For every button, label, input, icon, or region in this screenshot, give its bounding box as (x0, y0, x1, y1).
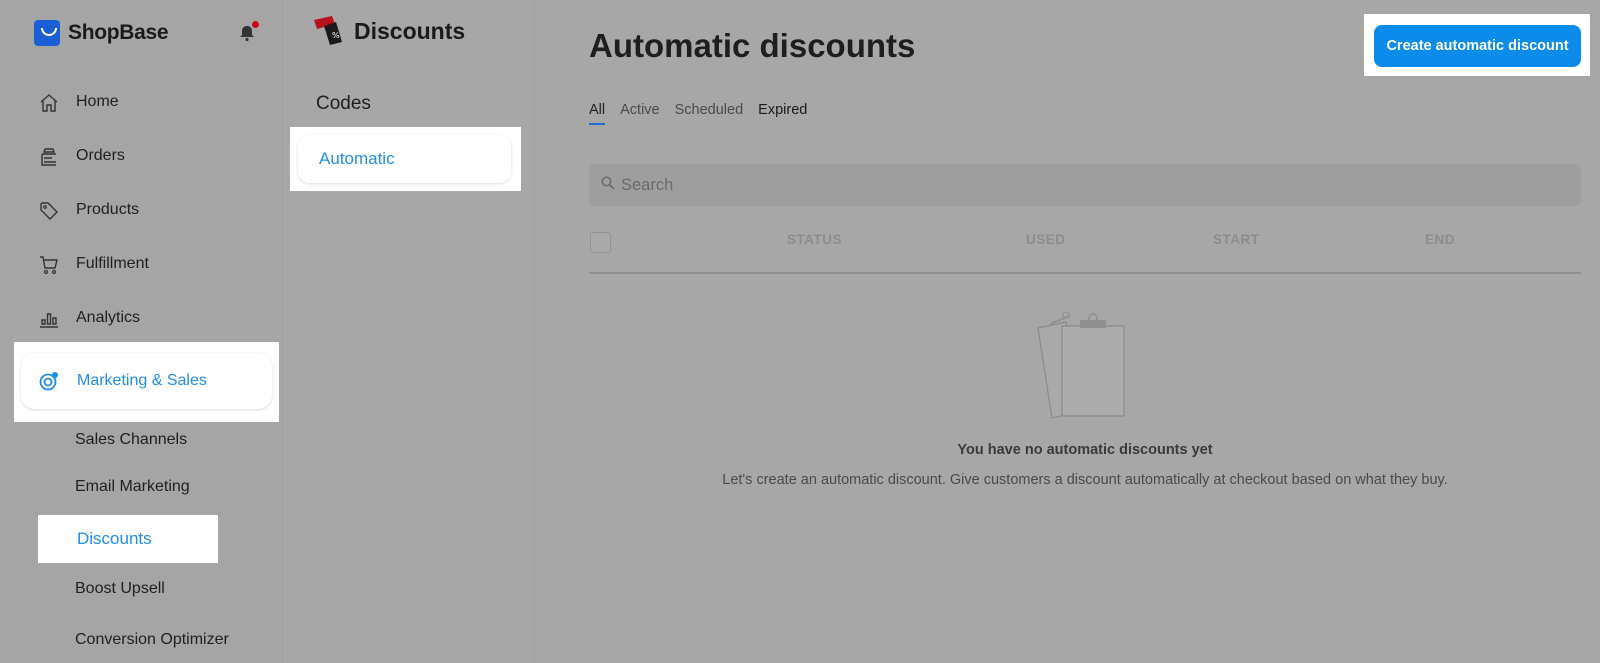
sidebar-item-label: Orders (76, 147, 125, 164)
sidebar: ShopBase Home Orders Products Fulfillmen… (0, 0, 283, 663)
column-header-used[interactable]: USED (1026, 232, 1066, 247)
subnav-item-label: Automatic (319, 149, 395, 168)
subnav-item-automatic[interactable]: Automatic (298, 135, 511, 183)
sidebar-item-products[interactable]: Products (20, 184, 272, 236)
shopbase-logo-icon (34, 20, 60, 46)
sidebar-item-label: Marketing & Sales (77, 372, 207, 389)
cart-icon (40, 256, 58, 275)
sidebar-item-label: Analytics (76, 309, 141, 326)
sidebar-subitem-email-marketing[interactable]: Email Marketing (75, 478, 190, 496)
sidebar-subitem-label: Discounts (77, 529, 152, 548)
sidebar-subitem-sales-channels[interactable]: Sales Channels (75, 431, 187, 449)
tab-active[interactable]: Active (620, 102, 660, 125)
sidebar-item-label: Fulfillment (76, 255, 149, 272)
tag-icon (40, 202, 58, 220)
sidebar-item-label: Home (76, 93, 119, 110)
empty-state-title: You have no automatic discounts yet (957, 442, 1213, 458)
search-icon (601, 176, 615, 190)
notification-dot (252, 21, 259, 28)
tab-all[interactable]: All (589, 102, 606, 125)
analytics-icon (40, 313, 58, 328)
sidebar-item-analytics[interactable]: Analytics (20, 292, 272, 344)
discounts-title: Discounts (354, 18, 466, 44)
tab-expired[interactable]: Expired (758, 102, 807, 125)
target-icon (39, 372, 58, 391)
page-title: Automatic discounts (589, 27, 916, 64)
column-header-start[interactable]: START (1213, 232, 1260, 247)
sale-tag-icon: % (314, 16, 342, 45)
home-icon (40, 94, 58, 112)
sidebar-item-label: Products (76, 201, 140, 218)
sidebar-item-fulfillment[interactable]: Fulfillment (20, 238, 272, 290)
empty-state-description: Let's create an automatic discount. Give… (722, 472, 1448, 488)
clipboard-illustration-icon (1037, 312, 1125, 418)
search-bar (589, 164, 1581, 206)
sidebar-item-orders[interactable]: Orders (20, 130, 272, 182)
brand-name: ShopBase (68, 21, 169, 44)
subnav-item-codes[interactable]: Codes (316, 93, 371, 115)
table-header: STATUS USED START END (589, 224, 1581, 274)
column-header-status[interactable]: STATUS (787, 232, 842, 247)
create-automatic-discount-button[interactable]: Create automatic discount (1374, 25, 1581, 67)
svg-text:%: % (332, 31, 340, 40)
select-all-checkbox[interactable] (590, 232, 611, 253)
sidebar-item-home[interactable]: Home (20, 76, 272, 128)
column-header-end[interactable]: END (1425, 232, 1455, 247)
sidebar-subitem-conversion-optimizer[interactable]: Conversion Optimizer (75, 631, 229, 649)
sidebar-item-marketing-sales[interactable]: Marketing & Sales (21, 353, 272, 409)
search-input[interactable] (621, 164, 1561, 206)
tab-scheduled[interactable]: Scheduled (675, 102, 744, 125)
filter-tabs: All Active Scheduled Expired (589, 102, 822, 125)
brand[interactable]: ShopBase (34, 20, 169, 46)
sidebar-subitem-boost-upsell[interactable]: Boost Upsell (75, 580, 165, 598)
orders-icon (41, 148, 56, 166)
sidebar-subitem-discounts[interactable]: Discounts (38, 515, 218, 563)
